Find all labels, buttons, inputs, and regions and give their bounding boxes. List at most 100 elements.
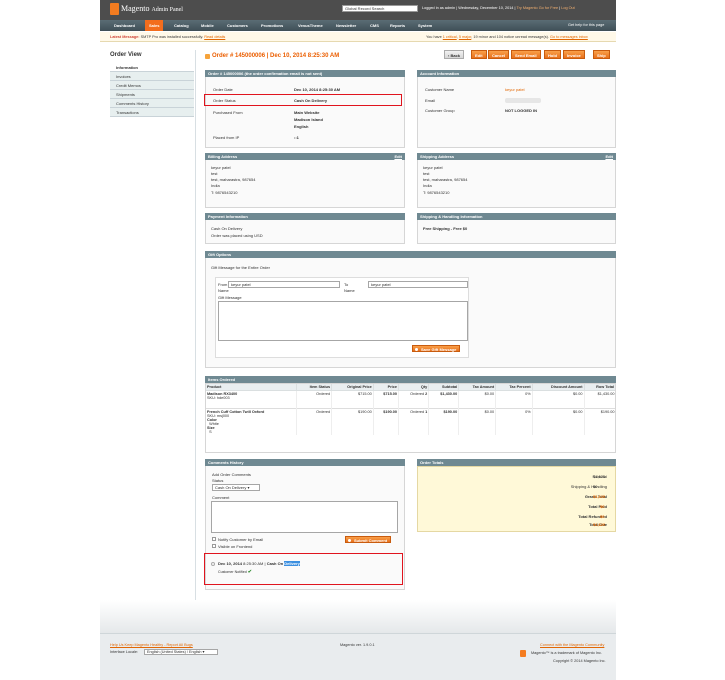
billing-line: keyur patel: [211, 165, 231, 170]
edit-button[interactable]: Edit: [471, 50, 487, 59]
invoice-button[interactable]: Invoice: [563, 50, 585, 59]
col-item-status: Item Status: [295, 383, 333, 391]
visible-checkbox[interactable]: [212, 544, 216, 548]
gift-from-sub: Name: [218, 288, 229, 293]
payment-box: [205, 220, 405, 244]
customer-group-label: Customer Group: [425, 108, 455, 113]
shipping-line: test: [423, 171, 430, 176]
col-qty: Qty: [397, 383, 430, 391]
nav-customers[interactable]: Customers: [223, 20, 252, 31]
submit-comment-button[interactable]: Submit Comment: [345, 536, 392, 543]
gift-to-input[interactable]: keyur patel: [368, 281, 468, 288]
customer-notified: Customer Notified ✔: [218, 569, 252, 575]
logout-link[interactable]: Log Out: [561, 6, 575, 10]
help-link[interactable]: Get help for this page: [568, 23, 604, 27]
visible-label: Visible on Frontend: [218, 544, 253, 549]
read-details-link[interactable]: Read details: [204, 35, 225, 39]
header-info: Logged in as admin | Wednesday, December…: [422, 6, 575, 10]
unread-messages: You have 1 critical, 5 major, 19 minor a…: [426, 35, 588, 39]
totals-head: Order Totals: [417, 459, 616, 466]
sidebar-item-transactions[interactable]: Transactions: [110, 108, 194, 117]
nav-sales[interactable]: Sales: [145, 20, 164, 31]
account-box-head: Account Information: [417, 70, 616, 77]
nav-cms[interactable]: CMS: [366, 20, 383, 31]
table-row: French Cuff Cotton Twill Oxford SKU: msj0…: [205, 408, 616, 435]
nav-catalog[interactable]: Catalog: [170, 20, 193, 31]
col-price: Price: [372, 383, 399, 391]
back-button[interactable]: ‹ Back: [444, 50, 465, 59]
send-email-button[interactable]: Send Email: [511, 50, 541, 59]
shipping-edit-link[interactable]: Edit: [605, 153, 613, 160]
email-redacted: [505, 98, 541, 103]
gift-from-input[interactable]: keyur patel: [228, 281, 340, 288]
payment-head: Payment Information: [205, 213, 405, 220]
customer-name[interactable]: keyur patel: [505, 87, 525, 92]
shipping-line: India: [423, 183, 432, 188]
col-row-total: Row Total: [583, 383, 617, 391]
col-discount: Discount Amount: [531, 383, 585, 391]
purchased-label: Purchased From: [213, 110, 243, 115]
latest-message: Latest Message: SMTP Pro was installed s…: [110, 35, 226, 39]
major-link[interactable]: 5 major: [459, 35, 471, 39]
purchased-view: English: [294, 124, 309, 129]
billing-box: [205, 160, 405, 208]
items-head: Items Ordered: [205, 376, 616, 383]
nav-system[interactable]: System: [414, 20, 436, 31]
col-tax-percent: Tax Percent: [495, 383, 533, 391]
status-highlight: [204, 94, 402, 106]
cancel-button[interactable]: Cancel: [488, 50, 510, 59]
shipping-line: T: 9876543210: [423, 190, 450, 195]
totals-value: $0: [593, 484, 598, 489]
sidebar-divider: [195, 50, 196, 600]
ship-button[interactable]: Ship: [593, 50, 610, 59]
report-bugs-link[interactable]: Help Us Keep Magento Healthy - Report Al…: [110, 643, 193, 647]
bullet-icon: [211, 562, 215, 566]
order-date: Dec 10, 2014 8:25:30 AM: [294, 87, 341, 92]
totals-label: Shipping & Handling: [570, 484, 607, 489]
magento-logo-icon: [110, 3, 119, 15]
gift-message-textarea[interactable]: [218, 301, 468, 341]
shipping-head: Shipping Address Edit: [417, 153, 616, 160]
shipping-box: [417, 160, 616, 208]
billing-line: test: [211, 171, 218, 176]
billing-edit-link[interactable]: Edit: [394, 153, 402, 160]
try-magento-link[interactable]: Try Magento Go for Free: [516, 6, 558, 10]
status-select[interactable]: Cash On Delivery ▾: [212, 484, 260, 491]
sidebar-item-shipments[interactable]: Shipments: [110, 90, 194, 99]
sidebar-title: Order View: [110, 52, 142, 58]
nav-reports[interactable]: Reports: [386, 20, 409, 31]
critical-link[interactable]: 1 critical: [443, 35, 457, 39]
nav-dashboard[interactable]: Dashboard: [110, 20, 139, 31]
purchased-website: Main Website: [294, 110, 320, 115]
sidebar-item-invoices[interactable]: Invoices: [110, 72, 194, 81]
nav-mobile[interactable]: Mobile: [197, 20, 218, 31]
totals-value: $1,620: [593, 494, 606, 499]
col-tax-amount: Tax Amount: [458, 383, 497, 391]
nav-venustheme[interactable]: VenusTheme: [294, 20, 327, 31]
table-row: Madison RX3400 SKU: hde003 Ordered $715.0…: [205, 390, 616, 409]
sidebar-item-credit-memos[interactable]: Credit Memos: [110, 81, 194, 90]
sidebar-item-comments-history[interactable]: Comments History: [110, 99, 194, 108]
billing-head: Billing Address Edit: [205, 153, 405, 160]
hold-button[interactable]: Hold: [544, 50, 561, 59]
comment-textarea[interactable]: [211, 501, 398, 533]
global-search-input[interactable]: Global Record Search: [342, 5, 418, 12]
purchased-store: Madison Island: [294, 117, 323, 122]
main-nav: Dashboard Sales Catalog Mobile Customers…: [100, 20, 616, 31]
messages-inbox-link[interactable]: Go to messages inbox: [550, 35, 588, 39]
payment-method: Cash On Delivery: [211, 226, 243, 231]
save-gift-message-button[interactable]: Save Gift Message: [412, 345, 461, 352]
shipping-method: Free Shipping - Free $0: [423, 226, 468, 231]
nav-newsletter[interactable]: Newsletter: [332, 20, 360, 31]
nav-promotions[interactable]: Promotions: [257, 20, 287, 31]
community-link[interactable]: Connect with the Magento Community: [540, 643, 604, 647]
comment-label: Comment: [212, 495, 230, 500]
logo-text: Magento Admin Panel: [121, 4, 183, 13]
sidebar-item-information[interactable]: Information: [110, 63, 194, 72]
shipping-line: test, maharastra, 987654: [423, 177, 468, 182]
notify-checkbox[interactable]: [212, 537, 216, 541]
totals-value: $0: [600, 514, 605, 519]
locale-select[interactable]: English (United States) / English ▾: [144, 649, 218, 655]
gift-head: Gift Options: [205, 251, 616, 258]
locale-label: Interface Locale:: [110, 650, 139, 654]
